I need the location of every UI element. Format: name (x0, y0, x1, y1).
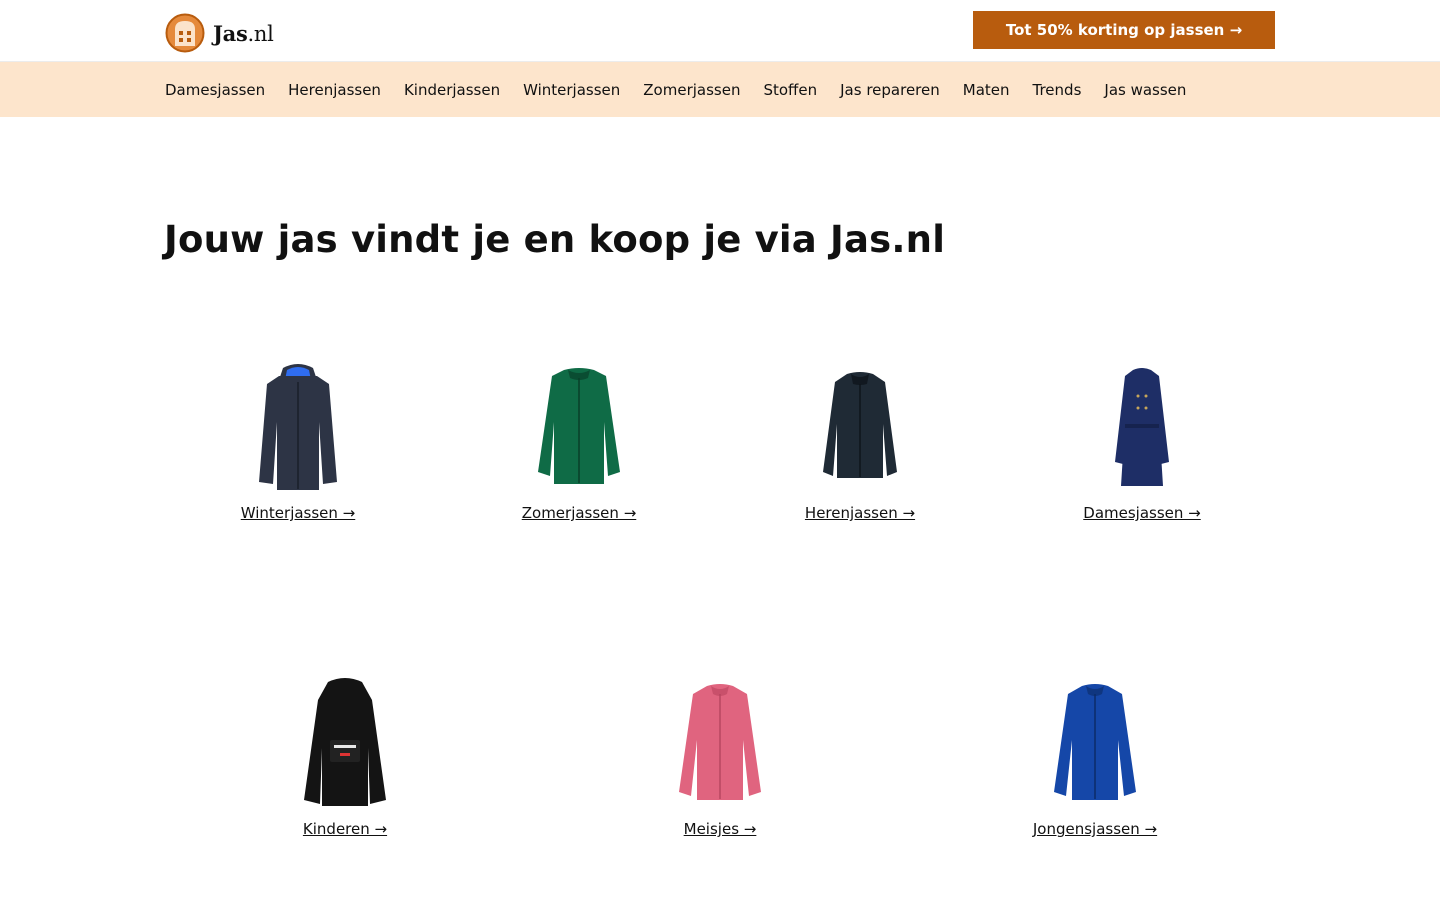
bomber-jacket-blue-icon[interactable] (1050, 678, 1140, 810)
nav-item-damesjassen[interactable]: Damesjassen (165, 81, 265, 99)
site-logo[interactable]: Jas.nl (165, 13, 274, 53)
nav-item-winterjassen[interactable]: Winterjassen (523, 81, 620, 99)
jacket-dark-navy-icon[interactable] (815, 362, 905, 494)
nav-item-stoffen[interactable]: Stoffen (763, 81, 817, 99)
category-card-kinderen: Kinderen → (265, 678, 425, 838)
parka-jacket-navy-icon[interactable] (253, 362, 343, 494)
trench-coat-blue-icon[interactable] (1097, 362, 1187, 494)
category-card-herenjassen: Herenjassen → (780, 362, 940, 522)
category-link-herenjassen[interactable]: Herenjassen → (805, 504, 915, 522)
logo-icon (165, 13, 205, 53)
logo-text: Jas.nl (213, 20, 274, 46)
page-title: Jouw jas vindt je en koop je via Jas.nl (164, 218, 946, 261)
nav-item-zomerjassen[interactable]: Zomerjassen (643, 81, 740, 99)
category-card-jongensjassen: Jongensjassen → (1015, 678, 1175, 838)
category-link-winterjassen[interactable]: Winterjassen → (241, 504, 356, 522)
category-link-jongensjassen[interactable]: Jongensjassen → (1033, 820, 1157, 838)
anorak-black-icon[interactable] (300, 678, 390, 810)
category-link-zomerjassen[interactable]: Zomerjassen → (522, 504, 637, 522)
nav-item-jas-repareren[interactable]: Jas repareren (840, 81, 940, 99)
category-link-kinderen[interactable]: Kinderen → (303, 820, 387, 838)
nav-item-herenjassen[interactable]: Herenjassen (288, 81, 381, 99)
category-card-damesjassen: Damesjassen → (1062, 362, 1222, 522)
nav-item-trends[interactable]: Trends (1033, 81, 1082, 99)
nav-item-jas-wassen[interactable]: Jas wassen (1104, 81, 1186, 99)
main-navigation: Damesjassen Herenjassen Kinderjassen Win… (0, 62, 1440, 117)
category-card-meisjes: Meisjes → (640, 678, 800, 838)
bomber-jacket-green-icon[interactable] (534, 362, 624, 494)
nav-item-maten[interactable]: Maten (963, 81, 1010, 99)
category-link-damesjassen[interactable]: Damesjassen → (1083, 504, 1200, 522)
promo-discount-button[interactable]: Tot 50% korting op jassen → (973, 11, 1275, 49)
category-link-meisjes[interactable]: Meisjes → (684, 820, 757, 838)
category-card-zomerjassen: Zomerjassen → (499, 362, 659, 522)
category-card-winterjassen: Winterjassen → (218, 362, 378, 522)
nav-item-kinderjassen[interactable]: Kinderjassen (404, 81, 500, 99)
bomber-jacket-pink-icon[interactable] (675, 678, 765, 810)
top-bar: Jas.nl Tot 50% korting op jassen → (0, 0, 1440, 62)
